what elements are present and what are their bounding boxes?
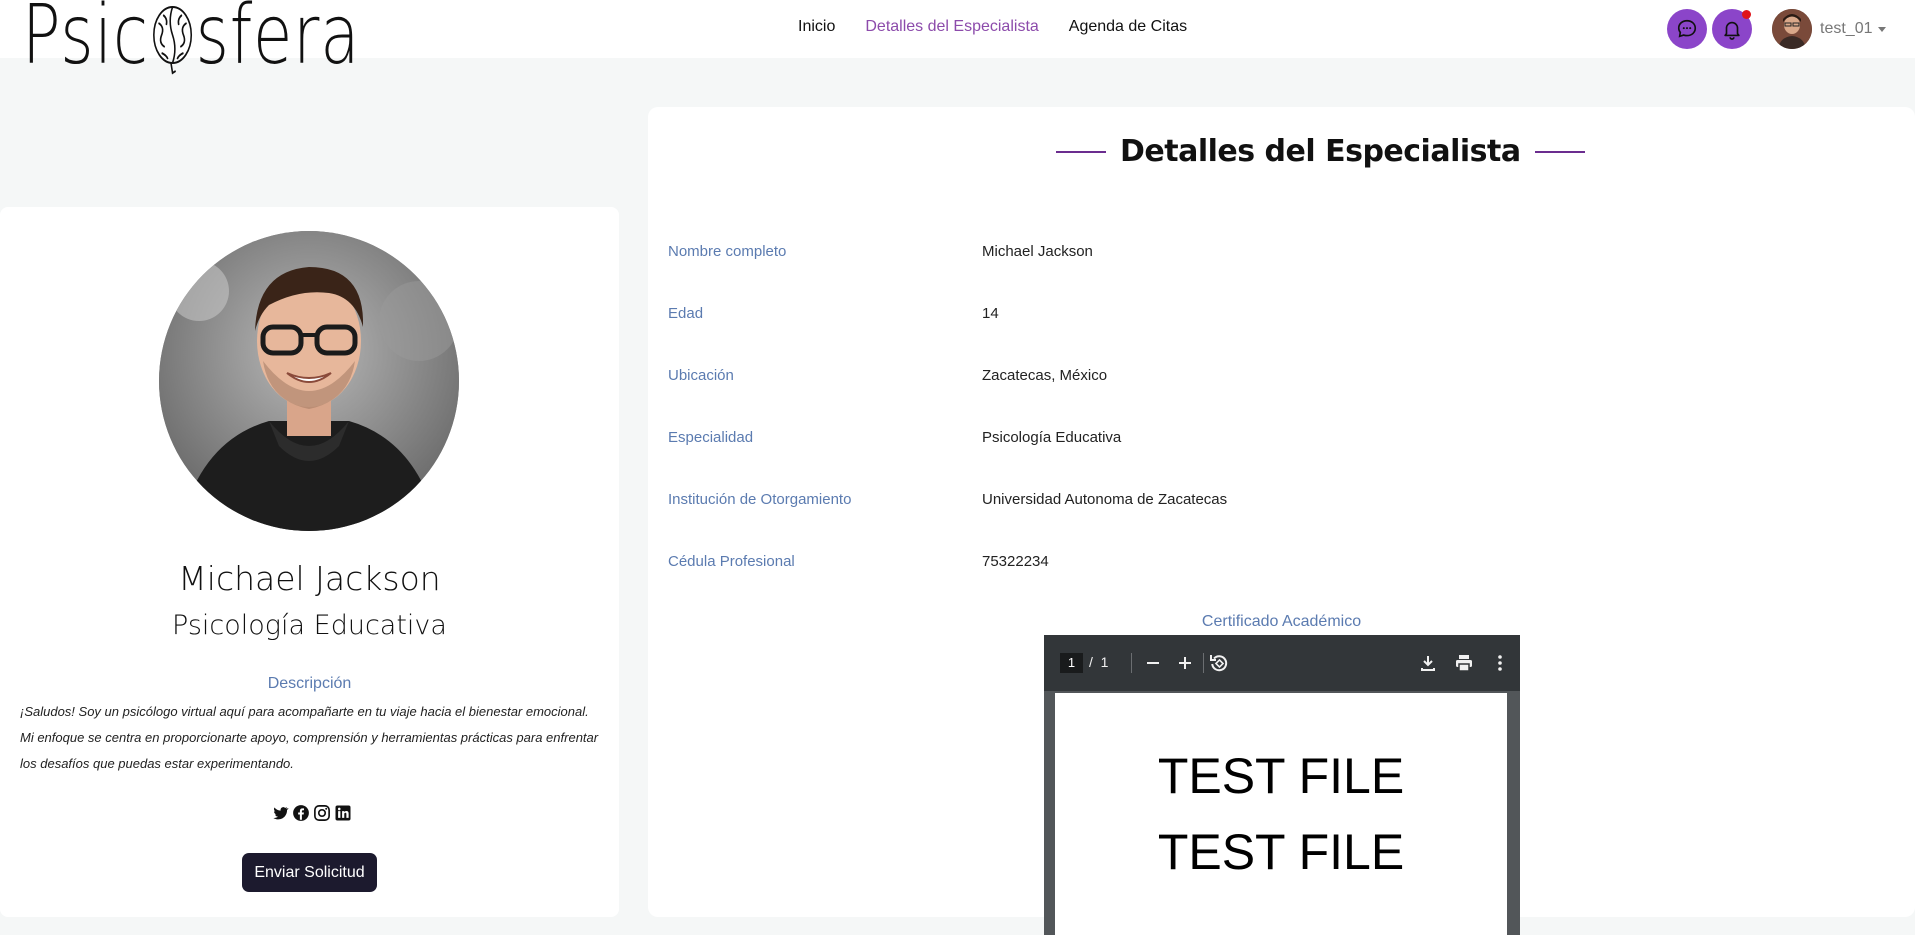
facebook-icon[interactable]: [292, 804, 310, 822]
details-title: Detalles del Especialista: [1056, 134, 1585, 169]
page-count: / 1: [1089, 654, 1108, 670]
detail-value: 14: [982, 305, 999, 322]
twitter-icon[interactable]: [271, 804, 289, 822]
detail-value: Universidad Autonoma de Zacatecas: [982, 491, 1228, 508]
notification-badge: [1742, 10, 1751, 19]
detail-value: 75322234: [982, 553, 1049, 570]
detail-label: Institución de Otorgamiento: [668, 491, 852, 508]
instagram-icon[interactable]: [313, 804, 331, 822]
username-label: test_01: [1820, 20, 1873, 37]
certificate-heading: Certificado Académico: [1201, 613, 1362, 630]
zoom-in-icon[interactable]: [1173, 651, 1197, 675]
chat-button[interactable]: [1667, 9, 1707, 49]
detail-label: Nombre completo: [668, 243, 787, 260]
user-avatar: [1772, 9, 1812, 49]
pdf-page: TEST FILE TEST FILE: [1055, 693, 1507, 935]
main-nav: Inicio Detalles del Especialista Agenda …: [798, 18, 1187, 36]
social-links: [271, 804, 352, 822]
nav-item-detalles[interactable]: Detalles del Especialista: [865, 18, 1038, 36]
pdf-toolbar: 1 / 1: [1044, 635, 1520, 691]
profile-photo: [159, 231, 459, 531]
detail-label: Especialidad: [668, 429, 754, 446]
pdf-text-line: TEST FILE: [1157, 748, 1405, 804]
more-options-icon[interactable]: [1488, 651, 1512, 675]
details-card: Detalles del Especialista Nombre complet…: [648, 107, 1915, 935]
detail-value: Michael Jackson: [982, 243, 1093, 260]
profile-specialty: Psicología Educativa: [172, 610, 447, 641]
bell-icon: [1724, 21, 1740, 40]
chevron-down-icon: [1878, 26, 1887, 32]
nav-item-agenda[interactable]: Agenda de Citas: [1069, 18, 1187, 36]
brain-logo-icon: [150, 0, 194, 75]
detail-label: Edad: [668, 305, 704, 322]
description-text: ¡Saludos! Soy un psicólogo virtual aquí …: [20, 704, 599, 771]
print-icon[interactable]: [1452, 651, 1476, 675]
linkedin-icon[interactable]: [334, 804, 352, 822]
detail-value: Psicología Educativa: [982, 429, 1122, 446]
page-separator: /: [1089, 654, 1093, 670]
nav-item-inicio[interactable]: Inicio: [798, 18, 835, 36]
pdf-viewer[interactable]: 1 / 1 TEST FILE TEST FILE: [1044, 635, 1520, 935]
profile-name: Michael Jackson: [178, 559, 441, 598]
pdf-text-line: TEST FILE: [1157, 824, 1405, 880]
top-navbar: Psic sfera Inicio Detalles del Especiali…: [0, 0, 1915, 77]
detail-label: Cédula Profesional: [668, 553, 795, 570]
download-icon[interactable]: [1416, 651, 1440, 675]
title-divider-left: [1056, 150, 1106, 153]
total-pages: 1: [1100, 654, 1109, 670]
send-request-button[interactable]: Enviar Solicitud: [242, 853, 377, 892]
title-divider-right: [1534, 150, 1585, 153]
toolbar-divider: [1131, 653, 1132, 673]
brand-logo[interactable]: Psic sfera: [22, 0, 360, 88]
user-menu[interactable]: test_01: [1772, 9, 1887, 49]
profile-card: Michael Jackson Psicología Educativa Des…: [0, 207, 619, 917]
toolbar-divider: [1203, 653, 1204, 673]
details-heading: Detalles del Especialista: [1120, 134, 1521, 169]
zoom-out-icon[interactable]: [1141, 651, 1165, 675]
chat-icon: [1677, 19, 1697, 38]
page-number-input[interactable]: 1: [1060, 653, 1083, 673]
rotate-icon[interactable]: [1207, 651, 1231, 675]
notifications-button[interactable]: [1712, 9, 1752, 49]
detail-value: Zacatecas, México: [982, 367, 1108, 384]
detail-label: Ubicación: [668, 367, 734, 384]
description-heading: Descripción: [267, 675, 352, 692]
